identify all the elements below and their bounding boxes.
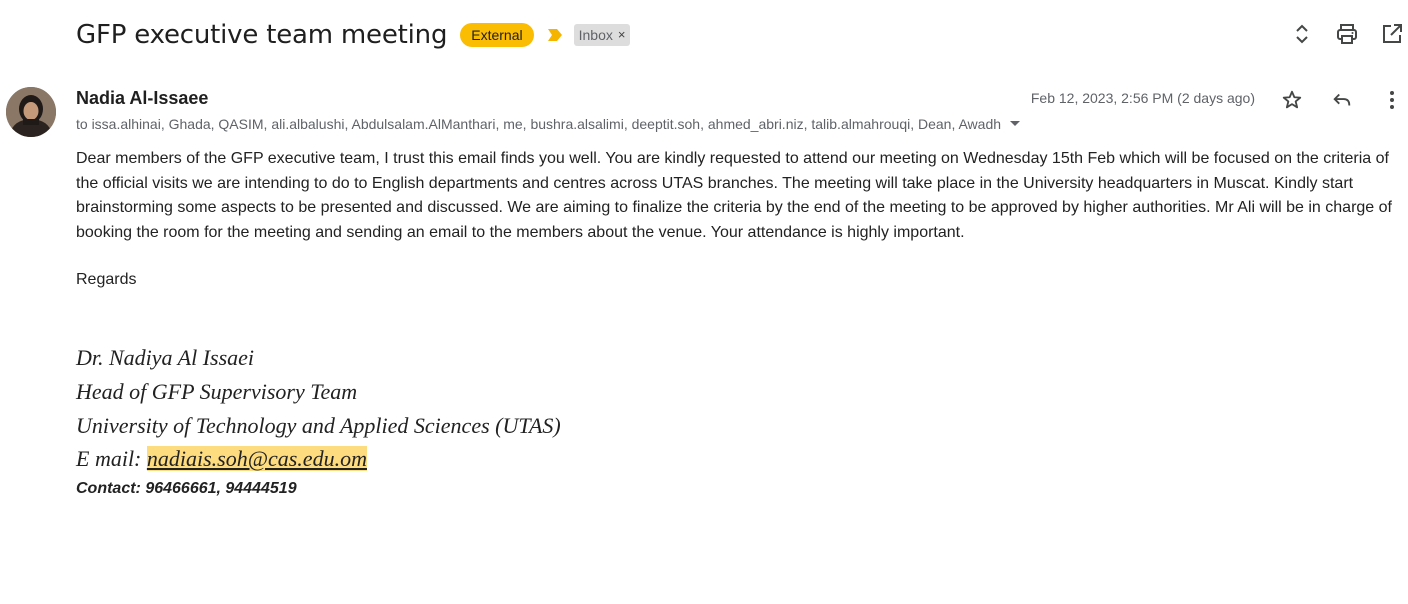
closing-regards: Regards <box>76 271 137 288</box>
recipients-list: to issa.alhinai, Ghada, QASIM, ali.albal… <box>76 116 1002 132</box>
email-subject: GFP executive team meeting <box>76 20 448 50</box>
signature-role: Head of GFP Supervisory Team <box>76 379 358 404</box>
signature-email-line: E mail: nadiais.soh@cas.edu.om <box>76 446 367 472</box>
sender-name[interactable]: Nadia Al-Issaee <box>76 88 208 109</box>
open-in-new-window-icon[interactable] <box>1380 22 1404 46</box>
more-options-icon[interactable] <box>1380 88 1404 112</box>
star-icon[interactable] <box>1280 88 1304 112</box>
message-date: Feb 12, 2023, 2:56 PM (2 days ago) <box>1030 90 1255 106</box>
signature-contact: Contact: 96466661, 94444519 <box>76 480 297 497</box>
email-view: GFP executive team meeting External Inbo… <box>0 0 1408 604</box>
remove-label-button[interactable]: × <box>618 24 626 46</box>
message-actions <box>1254 88 1404 112</box>
signature-name: Dr. Nadiya Al Issaei <box>76 345 255 370</box>
sender-avatar[interactable] <box>6 87 56 137</box>
external-label: External <box>460 23 534 47</box>
thread-toolbar <box>1269 22 1404 46</box>
importance-marker-icon[interactable] <box>547 28 563 42</box>
expand-collapse-icon[interactable] <box>1290 22 1314 46</box>
print-icon[interactable] <box>1335 22 1359 46</box>
inbox-label: Inbox × <box>573 24 631 46</box>
reply-icon[interactable] <box>1330 88 1354 112</box>
signature-email-link[interactable]: nadiais.soh@cas.edu.om <box>146 446 367 471</box>
email-body: Dear members of the GFP executive team, … <box>76 150 1392 241</box>
signature-organization: University of Technology and Applied Sci… <box>76 413 561 438</box>
recipients-line: to issa.alhinai, Ghada, QASIM, ali.albal… <box>76 115 1024 133</box>
subject-row: GFP executive team meeting External Inbo… <box>76 16 631 54</box>
signature-email-label: E mail: <box>76 446 147 471</box>
inbox-label-text: Inbox <box>578 27 613 43</box>
show-details-icon[interactable] <box>1006 115 1024 133</box>
